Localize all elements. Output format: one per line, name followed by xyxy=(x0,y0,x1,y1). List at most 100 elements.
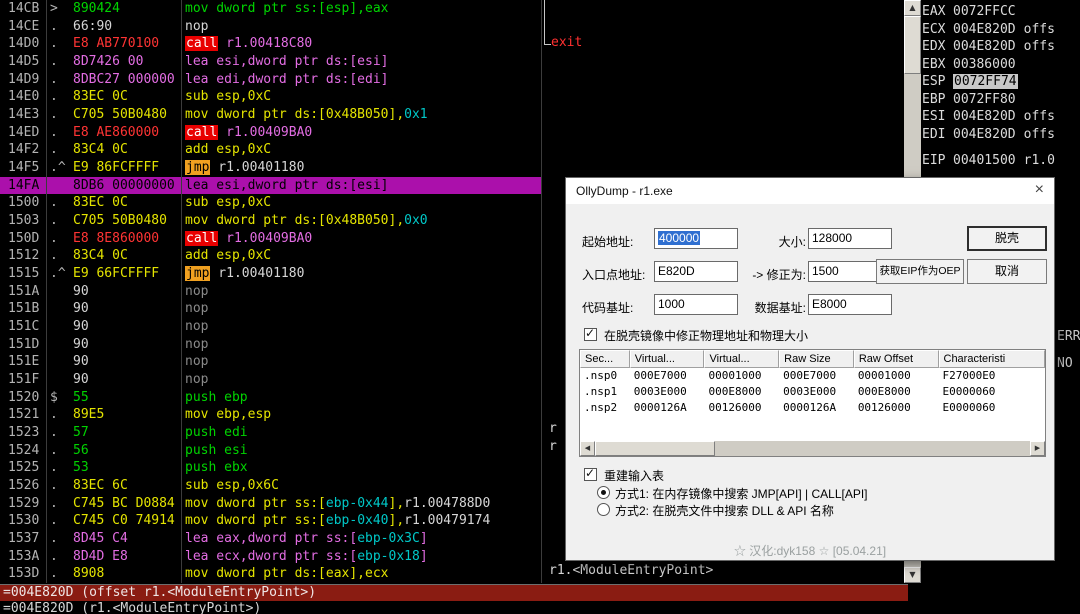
hscrollbar-thumb[interactable] xyxy=(595,441,715,456)
register-row[interactable]: EBX00386000 xyxy=(922,56,1080,74)
section-table-row[interactable]: .nsp20000126A001260000000126A00126000E00… xyxy=(580,400,1045,416)
disasm-instruction: push esi xyxy=(185,442,248,460)
size-input[interactable]: 128000 xyxy=(808,228,892,249)
section-column-header[interactable]: Raw Size xyxy=(779,350,854,368)
disasm-bytes: 89E5 xyxy=(73,406,104,424)
modify-label: -> 修正为: xyxy=(728,266,806,283)
entry-point-input[interactable]: E820D xyxy=(654,261,738,282)
register-row[interactable]: ESP0072FF74 xyxy=(922,73,1080,91)
disasm-row[interactable]: 153D.8908mov dword ptr ds:[eax],ecx xyxy=(0,565,904,583)
disasm-flag: $ xyxy=(50,389,58,407)
disasm-row[interactable]: 14CB>890424mov dword ptr ss:[esp],eax xyxy=(0,0,904,18)
section-column-header[interactable]: Characteristi xyxy=(939,350,1046,368)
disasm-row[interactable]: 14D9.8DBC27 000000lea edi,dword ptr ds:[… xyxy=(0,71,904,89)
register-row[interactable]: EBP0072FF80 xyxy=(922,91,1080,109)
register-name: ECX xyxy=(922,21,953,39)
disasm-bytes: 83EC 0C xyxy=(73,88,128,106)
comment-fragment: r xyxy=(549,421,557,436)
cancel-button[interactable]: 取消 xyxy=(967,259,1047,284)
register-row[interactable]: ECX004E820Doffs xyxy=(922,21,1080,39)
section-cell: 0003E000 xyxy=(630,384,705,400)
disasm-instruction: mov dword ptr ss:[ebp-0x44],r1.004788D0 xyxy=(185,495,490,513)
disasm-instruction: mov dword ptr ds:[0x48B050],0x0 xyxy=(185,212,428,230)
disasm-address: 14D0 xyxy=(8,35,39,53)
disasm-instruction: lea ecx,dword ptr ss:[ebp-0x18] xyxy=(185,548,428,566)
disasm-address: 1512 xyxy=(8,247,39,265)
section-column-header[interactable]: Virtual... xyxy=(630,350,705,368)
code-base-input[interactable]: 1000 xyxy=(654,294,738,315)
disasm-row[interactable]: 14ED.E8 AE860000call r1.00409BA0 xyxy=(0,124,904,142)
rebuild-imports-checkbox[interactable]: ✓ xyxy=(584,468,597,481)
get-eip-as-oep-button[interactable]: 获取EIP作为OEP xyxy=(876,259,964,284)
disasm-instruction: push ebp xyxy=(185,389,248,407)
method1-radio[interactable] xyxy=(597,486,610,499)
section-column-header[interactable]: Virtual... xyxy=(704,350,779,368)
rebuild-imports-label: 重建输入表 xyxy=(604,467,664,484)
section-column-header[interactable]: Raw Offset xyxy=(854,350,939,368)
register-name: EBX xyxy=(922,56,953,74)
disasm-address: 1515 xyxy=(8,265,39,283)
register-row[interactable]: EAX0072FFCC xyxy=(922,3,1080,21)
section-cell: 000E7000 xyxy=(630,368,705,384)
start-address-input[interactable]: 400000 xyxy=(654,228,738,249)
fix-raw-checkbox[interactable]: ✓ xyxy=(584,328,597,341)
disasm-address: 14ED xyxy=(8,124,39,142)
disasm-bytes: 83C4 0C xyxy=(73,247,128,265)
scroll-down-icon[interactable]: ▼ xyxy=(904,567,921,583)
section-column-header[interactable]: Sec... xyxy=(580,350,630,368)
disasm-flag: . xyxy=(50,512,58,530)
disasm-flag: . xyxy=(50,459,58,477)
data-base-input[interactable]: E8000 xyxy=(808,294,892,315)
entry-point-label: 入口点地址: xyxy=(582,266,645,283)
info-line-selected: =004E820D (offset r1.<ModuleEntryPoint>) xyxy=(0,585,908,601)
disasm-bytes: 57 xyxy=(73,424,89,442)
dialog-titlebar[interactable]: OllyDump - r1.exe × xyxy=(566,178,1054,204)
start-address-label: 起始地址: xyxy=(582,233,633,250)
section-table-hscrollbar[interactable]: ◀ ▶ xyxy=(580,441,1045,456)
disasm-bytes: 8D7426 00 xyxy=(73,53,143,71)
register-row[interactable]: ESI004E820Doffs xyxy=(922,108,1080,126)
disasm-address: 14D9 xyxy=(8,71,39,89)
disasm-instruction: mov dword ptr ss:[ebp-0x40],r1.00479174 xyxy=(185,512,490,530)
info-pane: =004E820D (offset r1.<ModuleEntryPoint>)… xyxy=(0,584,908,614)
disasm-address: 14D5 xyxy=(8,53,39,71)
disasm-instruction: jmp r1.00401180 xyxy=(185,265,304,283)
scroll-right-icon[interactable]: ▶ xyxy=(1030,441,1045,456)
section-cell: 000E7000 xyxy=(779,368,854,384)
register-value: 004E820D xyxy=(953,39,1016,54)
scroll-up-icon[interactable]: ▲ xyxy=(904,0,921,16)
disasm-bytes: 83C4 0C xyxy=(73,141,128,159)
disasm-row[interactable]: 14F5.^E9 86FCFFFFjmp r1.00401180 xyxy=(0,159,904,177)
disasm-row[interactable]: 14D0.E8 AB770100call r1.00418C80 xyxy=(0,35,904,53)
disasm-flag: . xyxy=(50,548,58,566)
register-row[interactable]: EIP00401500r1.0 xyxy=(922,152,1080,170)
disasm-row[interactable]: 14E0.83EC 0Csub esp,0xC xyxy=(0,88,904,106)
disasm-bytes: 83EC 6C xyxy=(73,477,128,495)
close-icon[interactable]: × xyxy=(1035,181,1044,199)
disasm-row[interactable]: 14CE.66:90nop xyxy=(0,18,904,36)
disasm-address: 151E xyxy=(8,353,39,371)
register-row[interactable]: EDX004E820Doffs xyxy=(922,38,1080,56)
section-cell: 0000126A xyxy=(779,400,854,416)
comment-fragment: r1.<ModuleEntryPoint> xyxy=(549,563,713,578)
check-icon: ✓ xyxy=(585,466,595,480)
size-label: 大小: xyxy=(734,233,806,250)
register-row[interactable]: EDI004E820Doffs xyxy=(922,126,1080,144)
disasm-row[interactable]: 14F2.83C4 0Cadd esp,0xC xyxy=(0,141,904,159)
scroll-left-icon[interactable]: ◀ xyxy=(580,441,595,456)
dump-button[interactable]: 脱壳 xyxy=(967,226,1047,251)
method2-radio[interactable] xyxy=(597,503,610,516)
disasm-instruction: mov dword ptr ds:[0x48B050],0x1 xyxy=(185,106,428,124)
disasm-row[interactable]: 14D5.8D7426 00lea esi,dword ptr ds:[esi] xyxy=(0,53,904,71)
disasm-row[interactable]: 14E3.C705 50B0480mov dword ptr ds:[0x48B… xyxy=(0,106,904,124)
disasm-flag: . xyxy=(50,424,58,442)
section-table-row[interactable]: .nsp0000E700000001000000E700000001000F27… xyxy=(580,368,1045,384)
section-cell: .nsp2 xyxy=(580,400,630,416)
scrollbar-thumb[interactable] xyxy=(904,16,921,74)
section-table-header-row: Sec...Virtual...Virtual...Raw SizeRaw Of… xyxy=(580,350,1045,368)
disasm-instruction: lea esi,dword ptr ds:[esi] xyxy=(185,177,389,195)
disasm-instruction: nop xyxy=(185,283,208,301)
section-table-row[interactable]: .nsp10003E000000E80000003E000000E8000E00… xyxy=(580,384,1045,400)
section-table: Sec...Virtual...Virtual...Raw SizeRaw Of… xyxy=(579,349,1046,457)
disasm-bytes: 8908 xyxy=(73,565,104,583)
